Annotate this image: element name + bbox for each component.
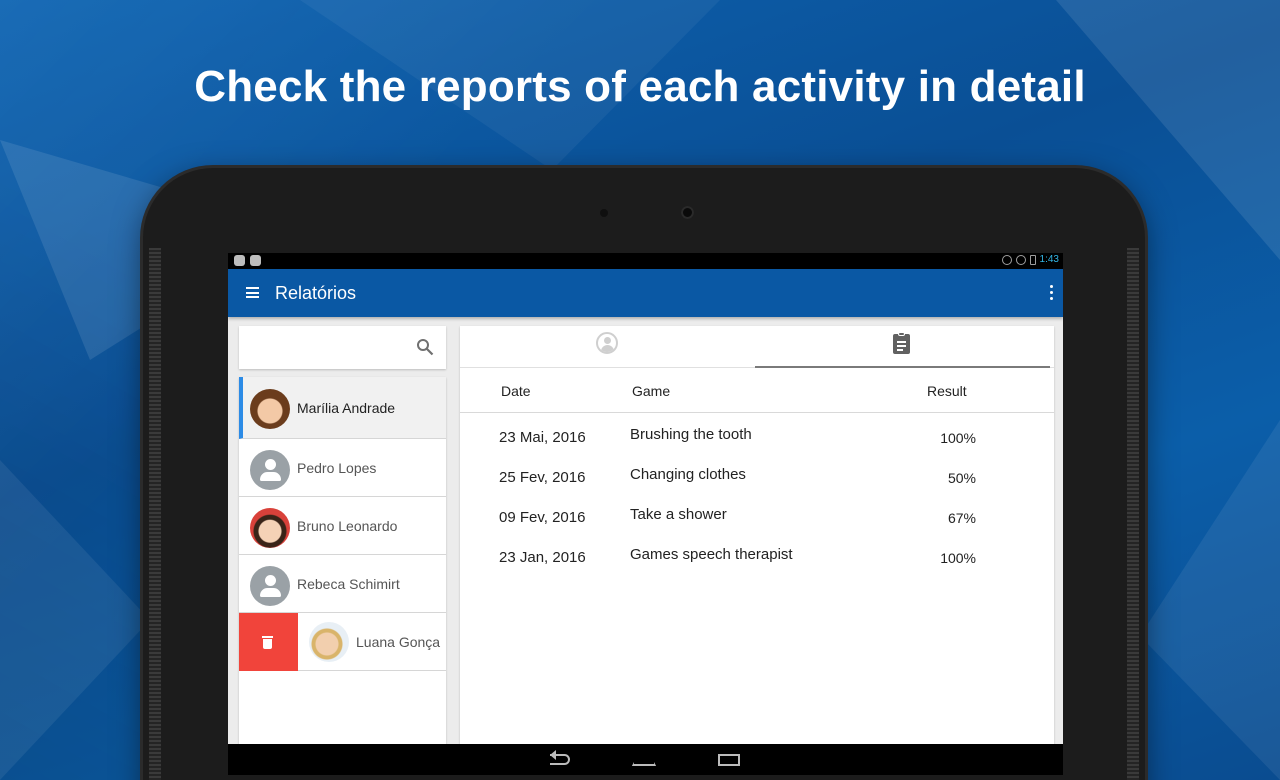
row-result: 50% (947, 470, 976, 486)
clipboard-icon (893, 332, 910, 354)
student-name: Marília Andrade (297, 400, 396, 416)
front-camera (681, 206, 694, 219)
row-date: 09 Fev, 2016 (499, 509, 586, 526)
row-date: 23 Jan, 2016 (499, 549, 586, 566)
light-sensor (600, 209, 608, 217)
recent-apps-icon[interactable] (718, 754, 740, 766)
search-input[interactable] (239, 326, 446, 369)
list-item[interactable]: Pedro Lopes (239, 439, 446, 497)
row-game: Take a shower (630, 506, 727, 523)
tablet-screen: 1:43 Relatórios Marília Andrade Pedro Lo (228, 253, 1063, 775)
row-date: 25 Fev, 2016 (499, 469, 586, 486)
row-game: Games speech therapist (630, 546, 793, 563)
student-sidebar: Marília Andrade Pedro Lopes Bruno Leonar… (239, 326, 446, 775)
avatar (250, 389, 290, 429)
notification-icon (250, 255, 261, 266)
profile-icon (596, 332, 618, 354)
table-row[interactable]: 23 Jan, 2016 Games speech therapist 100% (460, 541, 1054, 581)
back-icon[interactable] (550, 750, 570, 765)
avatar (250, 508, 290, 548)
alarm-icon (1001, 254, 1012, 265)
student-list: Marília Andrade Pedro Lopes Bruno Leonar… (239, 377, 446, 767)
student-name: Rebeca Schimirt (297, 576, 400, 592)
table-row[interactable]: 25 Fev, 2016 Changing clothes 50% (460, 461, 1054, 501)
speaker-grille (1127, 248, 1139, 780)
search-icon[interactable] (416, 338, 434, 356)
app-bar: Relatórios (228, 269, 1063, 317)
tab-profile[interactable] (460, 326, 755, 368)
column-header-result[interactable]: Result (927, 383, 967, 399)
row-date: 23 Mai, 2016 (499, 429, 586, 446)
table-header: Date Game Result (460, 368, 1054, 413)
list-item[interactable]: Luana Gonça (239, 613, 446, 671)
status-bar: 1:43 (228, 253, 1063, 269)
list-item[interactable]: Bruno Leonardo (239, 497, 446, 555)
notification-icon (234, 255, 245, 266)
bg-shape (0, 460, 150, 780)
column-header-game[interactable]: Game (632, 383, 670, 399)
system-nav-bar (228, 744, 1063, 775)
person-icon (250, 566, 290, 606)
status-time: 1:43 (1039, 254, 1059, 265)
tab-bar (460, 326, 1054, 368)
delete-button[interactable] (239, 613, 298, 671)
row-result: 100% (940, 550, 976, 566)
row-result: 100% (940, 430, 976, 446)
speaker-grille (149, 248, 161, 780)
list-item[interactable]: Rebeca Schimirt (239, 555, 446, 613)
more-options-icon[interactable] (1050, 285, 1054, 303)
table-row[interactable]: 09 Fev, 2016 Take a shower 67% (460, 501, 1054, 541)
bg-shape (1140, 420, 1280, 780)
row-game: Brushing the tooth (630, 426, 752, 443)
avatar (309, 622, 349, 662)
home-icon[interactable] (632, 754, 656, 766)
menu-icon[interactable] (246, 287, 259, 298)
person-icon (250, 450, 290, 490)
battery-icon (1029, 254, 1036, 265)
list-item[interactable]: Marília Andrade (239, 377, 446, 439)
wifi-icon (1015, 254, 1026, 265)
student-name: Pedro Lopes (297, 460, 377, 476)
student-name: Luana Gonça (356, 634, 441, 650)
row-result: 67% (947, 510, 976, 526)
app-title: Relatórios (275, 283, 357, 303)
tab-reports[interactable] (755, 326, 1050, 368)
table-row[interactable]: 23 Mai, 2016 Brushing the tooth 100% (460, 421, 1054, 461)
column-header-date[interactable]: Date (501, 383, 531, 399)
student-name: Bruno Leonardo (297, 518, 398, 534)
trash-icon (262, 636, 273, 649)
row-game: Changing clothes (630, 466, 746, 483)
report-panel: Date Game Result 23 Mai, 2016 Brushing t… (460, 326, 1054, 775)
page-headline: Check the reports of each activity in de… (194, 62, 1086, 111)
